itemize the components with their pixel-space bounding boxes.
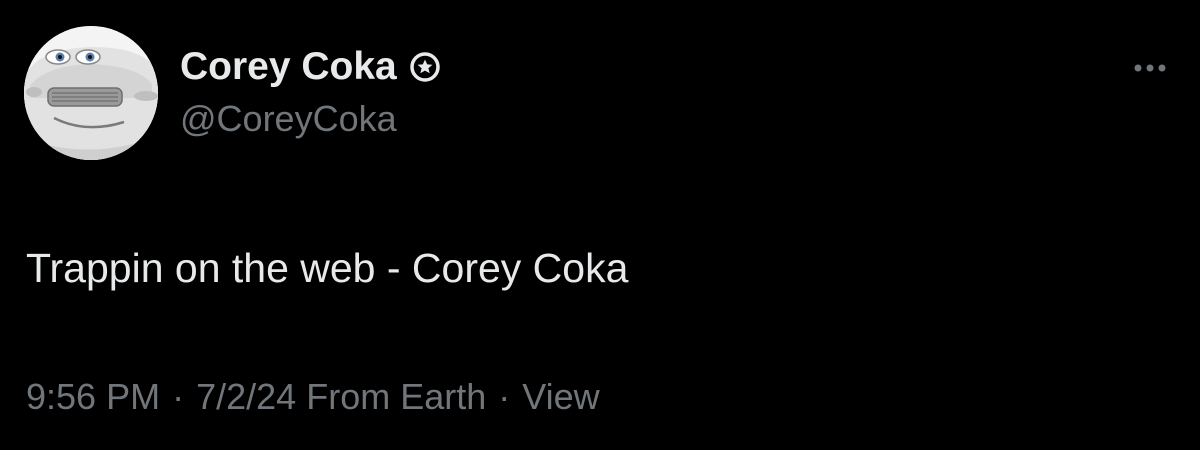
car-face-avatar-image [24,26,158,160]
author-name-row: Corey Coka [180,44,441,90]
meta-separator: · [172,376,185,417]
tweet-meta: 9:56 PM · 7/2/24 From Earth · View [26,374,600,420]
author-display-name[interactable]: Corey Coka [180,44,397,90]
tweet-text: Trappin on the web - Corey Coka [26,245,629,291]
author-avatar[interactable] [24,26,158,160]
more-horizontal-icon[interactable] [1130,56,1170,80]
meta-separator-2: · [498,376,511,417]
author-info: Corey Coka @CoreyCoka [180,44,441,142]
tweet-date[interactable]: 7/2/24 [196,376,296,417]
tweet-card: Corey Coka @CoreyCoka Trappin on the web… [0,0,1200,450]
views-link[interactable]: View [522,376,599,417]
tweet-location: From Earth [306,376,487,417]
tweet-time[interactable]: 9:56 PM [26,376,160,417]
author-handle[interactable]: @CoreyCoka [180,96,441,142]
verified-star-badge-icon [409,51,441,83]
